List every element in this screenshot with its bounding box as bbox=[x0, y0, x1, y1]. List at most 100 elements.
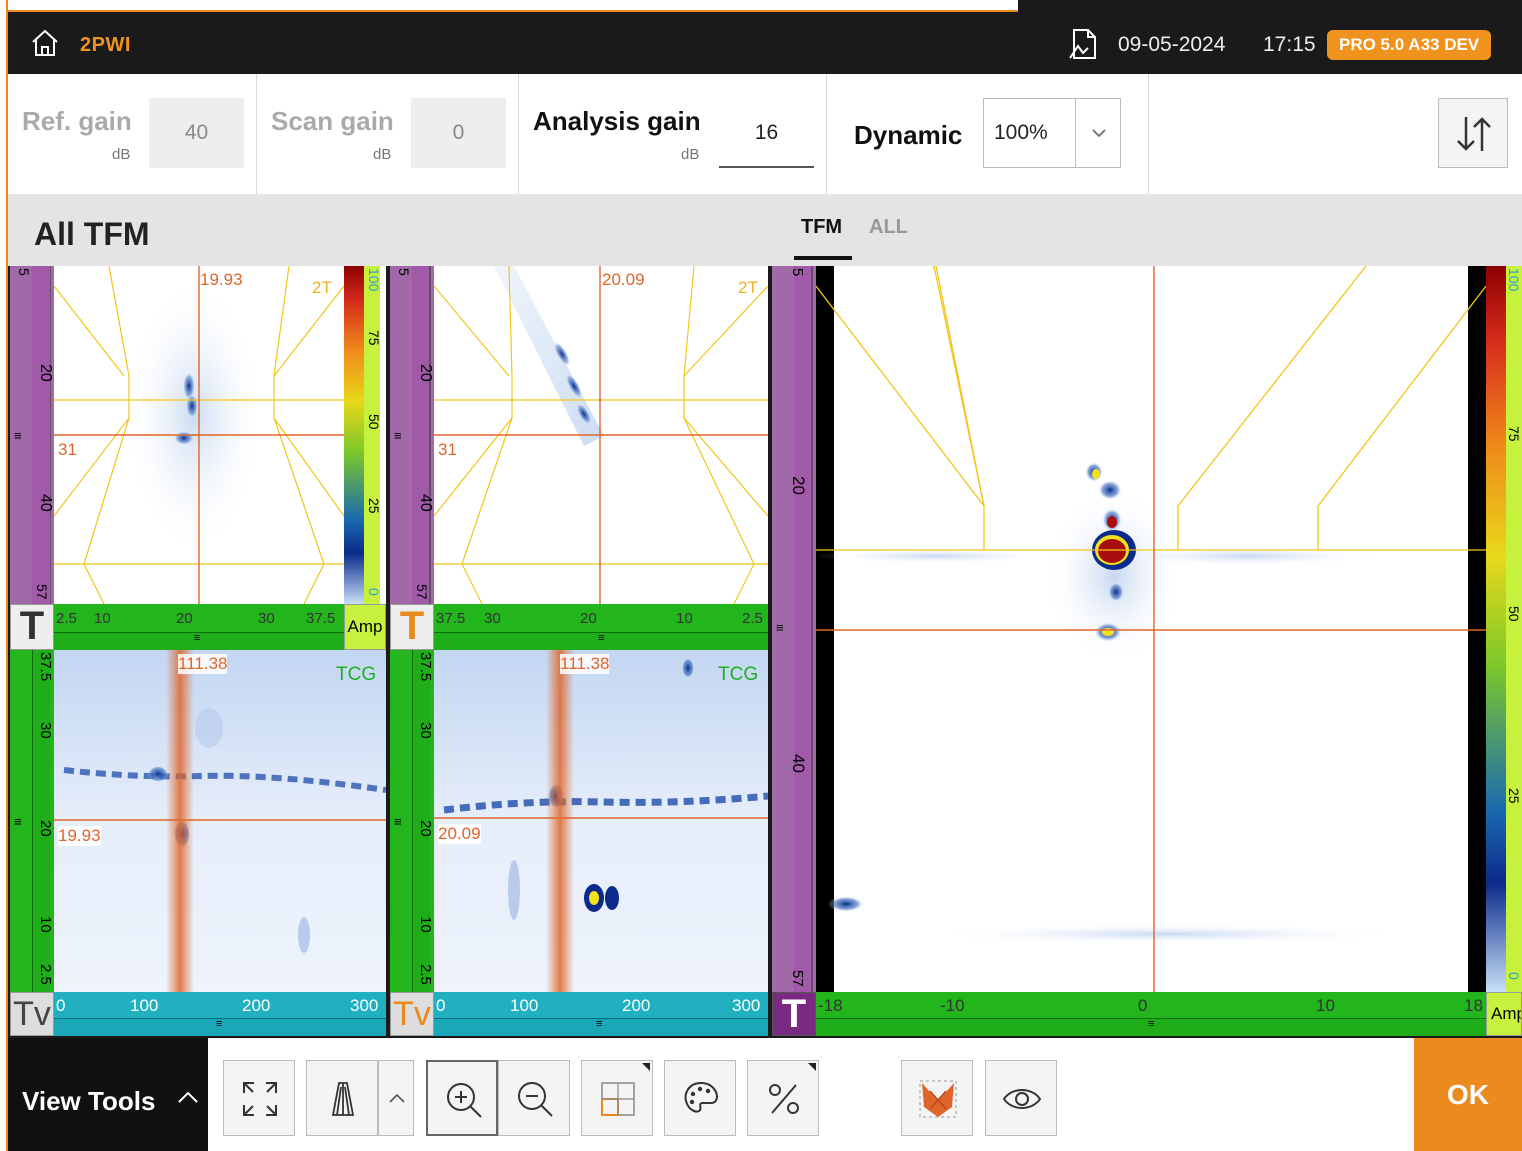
report-icon[interactable] bbox=[1068, 28, 1098, 60]
br-vtick: 2.5 bbox=[417, 964, 434, 985]
tl-color-scale: 100 75 50 25 0 bbox=[344, 266, 386, 604]
page-title: All TFM bbox=[34, 216, 150, 252]
big-tfm-pane[interactable] bbox=[816, 266, 1486, 992]
tl-scale-tick: 25 bbox=[366, 498, 382, 514]
probe-button[interactable] bbox=[306, 1060, 378, 1136]
tl-horizontal-axis[interactable]: 2.5 10 20 30 37.5 ≡ bbox=[54, 604, 344, 650]
br-topview-image bbox=[434, 650, 768, 992]
tl-vaxis-grip: ≡ bbox=[14, 428, 22, 443]
bottom-toolbar: View Tools OK bbox=[8, 1038, 1522, 1151]
bl-haxis-grip: ≡ bbox=[216, 1018, 223, 1030]
scan-gain-field[interactable]: 0 bbox=[411, 98, 506, 168]
chevron-down-icon bbox=[1092, 129, 1106, 138]
scan-gain-group: Scan gain dB 0 bbox=[257, 74, 519, 194]
tl-cursor-v-label: 31 bbox=[58, 440, 77, 460]
view-tools-button[interactable]: View Tools bbox=[8, 1038, 208, 1151]
tab-all[interactable]: ALL bbox=[869, 216, 908, 239]
sort-arrows-icon bbox=[1457, 117, 1491, 151]
br-vtick: 10 bbox=[417, 916, 434, 933]
fullscreen-button[interactable] bbox=[223, 1060, 295, 1136]
br-vtick: 37.5 bbox=[417, 652, 434, 682]
analysis-gain-unit: dB bbox=[681, 146, 700, 163]
date-display: 09-05-2024 bbox=[1118, 33, 1226, 56]
br-htick: 200 bbox=[622, 996, 651, 1015]
tl-scale-tick: 0 bbox=[366, 588, 382, 596]
overlay-button[interactable] bbox=[901, 1060, 973, 1136]
br-tcg-label: TCG bbox=[718, 664, 759, 685]
palette-button[interactable] bbox=[664, 1060, 736, 1136]
bl-vaxis-grip: ≡ bbox=[14, 814, 22, 829]
bl-cursor-x-label: 111.38 bbox=[178, 654, 228, 674]
window-left-edge bbox=[0, 0, 8, 1151]
tl-htick: 2.5 bbox=[56, 610, 77, 627]
analysis-gain-field[interactable]: 16 bbox=[719, 98, 814, 168]
tl-vtick: 20 bbox=[37, 364, 54, 382]
tl-tfm-image bbox=[54, 266, 344, 604]
big-tfm-image bbox=[816, 266, 1486, 992]
tl-view-letter[interactable]: T bbox=[10, 604, 54, 650]
percent-button[interactable] bbox=[747, 1060, 819, 1136]
probe-icon bbox=[331, 1082, 355, 1116]
br-vertical-axis[interactable]: 37.5 30 20 10 2.5 ≡ bbox=[390, 650, 434, 992]
scan-gain-unit: dB bbox=[373, 146, 392, 163]
tl-haxis-grip: ≡ bbox=[194, 632, 201, 644]
dynamic-select[interactable]: 100% bbox=[983, 98, 1121, 168]
tr-vertical-axis[interactable]: 5 20 40 57 ≡ bbox=[390, 266, 434, 604]
tr-vtick: 40 bbox=[417, 494, 434, 512]
big-color-scale: 100 75 50 25 0 bbox=[1486, 266, 1522, 992]
layout-icon bbox=[601, 1082, 635, 1116]
big-vtick: 40 bbox=[789, 754, 808, 773]
tr-horizontal-axis[interactable]: 37.5 30 20 10 2.5 ≡ bbox=[434, 604, 768, 650]
bl-vertical-axis[interactable]: 37.5 30 20 10 2.5 ≡ bbox=[10, 650, 54, 992]
br-vtick: 20 bbox=[417, 820, 434, 837]
big-vertical-axis[interactable]: 5 20 40 57 ≡ bbox=[772, 266, 816, 992]
tl-amp-label: Amp bbox=[344, 604, 386, 650]
br-haxis-grip: ≡ bbox=[596, 1018, 603, 1030]
zoom-out-button[interactable] bbox=[498, 1060, 570, 1136]
gain-bar: Ref. gain dB 40 Scan gain dB 0 Analysis … bbox=[8, 74, 1522, 194]
sort-button[interactable] bbox=[1438, 98, 1508, 168]
dynamic-label: Dynamic bbox=[854, 120, 963, 150]
bl-topview-pane[interactable]: 111.38 19.93 TCG bbox=[54, 650, 386, 992]
br-topview-pane[interactable]: 111.38 20.09 TCG bbox=[434, 650, 768, 992]
layout-button[interactable] bbox=[581, 1060, 653, 1136]
tr-tfm-pane[interactable]: 20.09 31 2T bbox=[434, 266, 768, 604]
bl-horizontal-axis[interactable]: 0 100 200 300 ≡ bbox=[54, 992, 386, 1036]
ok-button[interactable]: OK bbox=[1414, 1038, 1522, 1151]
br-horizontal-axis[interactable]: 0 100 200 300 ≡ bbox=[434, 992, 768, 1036]
tr-htick: 37.5 bbox=[436, 610, 466, 627]
bl-vtick: 20 bbox=[37, 820, 54, 837]
bl-tcg-label: TCG bbox=[336, 664, 377, 685]
tr-view-letter[interactable]: T bbox=[390, 604, 434, 650]
window-frame-dark bbox=[1018, 0, 1522, 12]
br-htick: 0 bbox=[436, 996, 446, 1015]
probe-options-button[interactable] bbox=[378, 1060, 414, 1136]
visibility-button[interactable] bbox=[985, 1060, 1057, 1136]
tr-vtick: 57 bbox=[414, 584, 430, 600]
tl-vertical-axis[interactable]: 5 20 40 57 ≡ bbox=[10, 266, 54, 604]
br-view-letter[interactable]: Tv bbox=[390, 992, 434, 1036]
zoom-in-button[interactable] bbox=[426, 1060, 498, 1136]
home-icon[interactable] bbox=[30, 28, 60, 58]
big-scale-tick: 0 bbox=[1506, 972, 1522, 980]
percent-icon bbox=[769, 1084, 799, 1114]
bl-htick: 300 bbox=[350, 996, 379, 1015]
big-horizontal-axis[interactable]: -18 -10 0 10 18 ≡ bbox=[816, 992, 1486, 1036]
big-view-letter[interactable]: T bbox=[772, 992, 816, 1036]
big-vtick: 57 bbox=[789, 970, 806, 987]
tl-htick: 30 bbox=[258, 610, 275, 627]
tr-htick: 30 bbox=[484, 610, 501, 627]
bl-view-letter[interactable]: Tv bbox=[10, 992, 54, 1036]
eye-icon bbox=[1002, 1089, 1042, 1109]
ref-gain-field[interactable]: 40 bbox=[149, 98, 244, 168]
tl-vtick: 40 bbox=[37, 494, 54, 512]
tab-tfm[interactable]: TFM bbox=[801, 216, 842, 239]
tr-htick: 2.5 bbox=[742, 610, 763, 627]
dropdown-separator bbox=[1075, 99, 1076, 167]
br-cursor-x-label: 111.38 bbox=[560, 654, 610, 674]
tl-tfm-pane[interactable]: 19.93 31 2T bbox=[54, 266, 344, 604]
zoom-out-icon bbox=[518, 1082, 553, 1117]
bl-vtick: 2.5 bbox=[37, 964, 54, 985]
zoom-in-icon bbox=[447, 1083, 482, 1118]
tr-haxis-grip: ≡ bbox=[598, 632, 605, 644]
